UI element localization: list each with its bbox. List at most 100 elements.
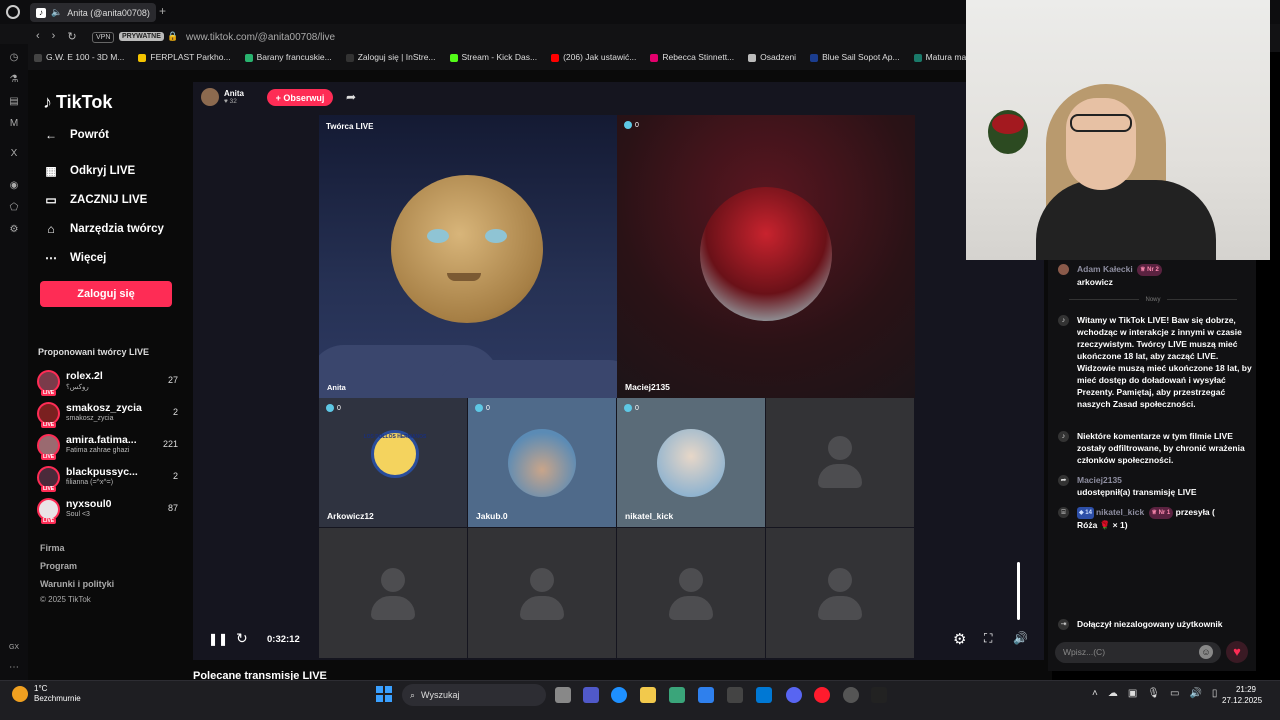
empty-seat-tile[interactable]: [766, 398, 914, 527]
url-field[interactable]: www.tiktok.com/@anita00708/live: [186, 32, 335, 43]
cloud-icon[interactable]: ☁: [1108, 688, 1118, 699]
vpn-badge[interactable]: VPN: [92, 32, 115, 43]
guest-video-tile[interactable]: 0 Maciej2135: [617, 115, 915, 398]
back-icon[interactable]: ‹: [36, 30, 40, 43]
empty-seat-tile[interactable]: [766, 528, 914, 658]
lock-icon[interactable]: 🔒: [167, 31, 178, 42]
chevron-up-icon[interactable]: ˄: [1092, 688, 1098, 699]
obs-icon[interactable]: [843, 687, 859, 703]
fullscreen-icon[interactable]: ⛶: [984, 631, 992, 646]
chat-username[interactable]: Maciej2135: [1077, 475, 1122, 485]
app-icon[interactable]: [756, 687, 772, 703]
new-tab-button[interactable]: +: [159, 4, 166, 18]
creator-item[interactable]: LIVE amira.fatima... Fatima zahrae ghazi…: [36, 432, 180, 460]
nav-start-live[interactable]: ▭ ZACZNIJ LIVE: [44, 193, 147, 207]
host-info[interactable]: Anita ♥ 32: [201, 88, 244, 106]
footer-terms-link[interactable]: Warunki i polityki: [40, 579, 114, 589]
opera-gx-icon[interactable]: [814, 687, 830, 703]
follow-button[interactable]: + Obserwuj: [267, 89, 333, 106]
bookmark-item[interactable]: Rebecca Stinnett...: [650, 52, 734, 70]
nav-discover-live[interactable]: ▦ Odkryj LIVE: [44, 164, 135, 178]
creator-item[interactable]: LIVE blackpussyc... filianna (=^x^=) 2: [36, 464, 180, 492]
tiktok-logo[interactable]: ♪ TikTok: [43, 92, 112, 113]
messenger-icon[interactable]: M: [8, 118, 20, 130]
gift-count: × 1): [1112, 519, 1128, 530]
settings-icon[interactable]: ⚙: [8, 224, 20, 236]
mail-icon[interactable]: [698, 687, 714, 703]
speaker-icon[interactable]: 🔈: [51, 7, 62, 18]
edge-icon[interactable]: [611, 687, 627, 703]
chat-username[interactable]: nikatel_kick: [1096, 507, 1144, 517]
empty-seat-tile[interactable]: [617, 528, 765, 658]
player-icon[interactable]: ◉: [8, 180, 20, 192]
nav-back[interactable]: ← Powrót: [44, 128, 109, 142]
store-icon[interactable]: [669, 687, 685, 703]
bookmark-item[interactable]: Stream - Kick Das...: [449, 52, 537, 70]
taskbar-clock[interactable]: 21:29 27.12.2025: [1222, 684, 1262, 706]
windows-start-icon[interactable]: [376, 686, 392, 702]
history-icon[interactable]: ◷: [8, 52, 20, 64]
creator-item[interactable]: LIVE nyxsoul0 Soul <3 87: [36, 496, 180, 524]
network-icon[interactable]: ▭: [1170, 688, 1179, 699]
emoji-icon[interactable]: ☺: [1199, 645, 1213, 659]
volume-slider[interactable]: [1017, 562, 1020, 620]
mic-icon[interactable]: 🎙: [1147, 688, 1160, 699]
bookmark-item[interactable]: G.W. E 100 - 3D M...: [34, 52, 124, 70]
taskbar-search[interactable]: ⌕ Wyszukaj: [402, 684, 546, 706]
guest-video-tile[interactable]: 0 LOS POLLOS HERMANOS Arkowicz12: [319, 398, 467, 527]
reload-icon[interactable]: ↻: [67, 30, 76, 43]
bookmark-item[interactable]: Barany francuskie...: [244, 52, 332, 70]
more-icon[interactable]: ⋯: [8, 662, 20, 674]
heart-icon[interactable]: ♥: [1226, 641, 1248, 663]
weather-widget[interactable]: 1°C Bezchmurnie: [12, 684, 81, 704]
opera-logo-icon[interactable]: [6, 5, 20, 19]
bookmark-item[interactable]: Matura mate: [913, 52, 968, 70]
login-button[interactable]: Zaloguj się: [40, 281, 172, 307]
share-icon[interactable]: ➦: [346, 90, 356, 104]
forward-icon[interactable]: ›: [52, 30, 56, 43]
empty-seat-tile[interactable]: [319, 528, 467, 658]
browser-tab[interactable]: ♪ 🔈 Anita (@anita00708): [30, 3, 156, 22]
app-tray-icon[interactable]: ▣: [1128, 688, 1137, 699]
guest-avatar: [700, 187, 832, 321]
settings-gear-icon[interactable]: ⚙: [953, 630, 966, 648]
task-view-icon[interactable]: [555, 687, 571, 703]
chat-input[interactable]: Wpisz...(C): [1055, 642, 1221, 663]
pinboard-icon[interactable]: ⬠: [8, 202, 20, 214]
creator-item[interactable]: LIVE smakosz_zycia smakosz_zycia 2: [36, 400, 180, 428]
gx-icon[interactable]: GX: [8, 642, 20, 654]
bookmark-item[interactable]: FERPLAST Parkho...: [138, 52, 231, 70]
bookmark-item[interactable]: Blue Sail Sopot Ap...: [810, 52, 900, 70]
creator-item[interactable]: LIVE rolex.2l روکس؟ 27: [36, 368, 180, 396]
weather-condition: Bezchmurnie: [34, 694, 81, 703]
file-explorer-icon[interactable]: [640, 687, 656, 703]
discord-icon[interactable]: [786, 687, 802, 703]
app-icon[interactable]: [727, 687, 743, 703]
guest-video-tile[interactable]: 0 Jakub.0: [468, 398, 616, 527]
wallet-icon[interactable]: ▤: [8, 96, 20, 108]
refresh-icon[interactable]: ↻: [236, 630, 248, 647]
battery-icon[interactable]: ▯: [1212, 688, 1218, 699]
tiktok-note-icon: ♪: [43, 92, 52, 112]
tiktok-studio-icon[interactable]: [871, 687, 887, 703]
pause-icon[interactable]: ❚❚: [208, 632, 228, 646]
bookmark-favicon-icon: [748, 53, 757, 62]
volume-icon[interactable]: 🔊: [1013, 631, 1028, 645]
chat-username[interactable]: Adam Kałecki: [1077, 264, 1133, 274]
empty-seat-tile[interactable]: [468, 528, 616, 658]
nav-more[interactable]: ⋯ Więcej: [44, 251, 106, 265]
bookmark-item[interactable]: Osadzeni: [748, 52, 796, 70]
ai-icon[interactable]: ⚗: [8, 74, 20, 86]
nav-buttons: ‹ › ↻: [36, 30, 77, 43]
host-video-tile[interactable]: Twórca LIVE Anita: [319, 115, 617, 398]
speaker-icon[interactable]: 🔊: [1189, 688, 1201, 699]
bookmark-item[interactable]: Zaloguj się | InStre...: [345, 52, 436, 70]
bookmark-item[interactable]: (206) Jak ustawić...: [551, 52, 636, 70]
streamer-glasses: [1070, 114, 1132, 132]
footer-company-link[interactable]: Firma: [40, 543, 65, 553]
teams-icon[interactable]: [583, 687, 599, 703]
guest-video-tile[interactable]: 0 nikatel_kick: [617, 398, 765, 527]
x-icon[interactable]: X: [8, 148, 20, 160]
footer-program-link[interactable]: Program: [40, 561, 77, 571]
nav-creator-tools[interactable]: ⌂ Narzędzia twórcy: [44, 222, 164, 236]
